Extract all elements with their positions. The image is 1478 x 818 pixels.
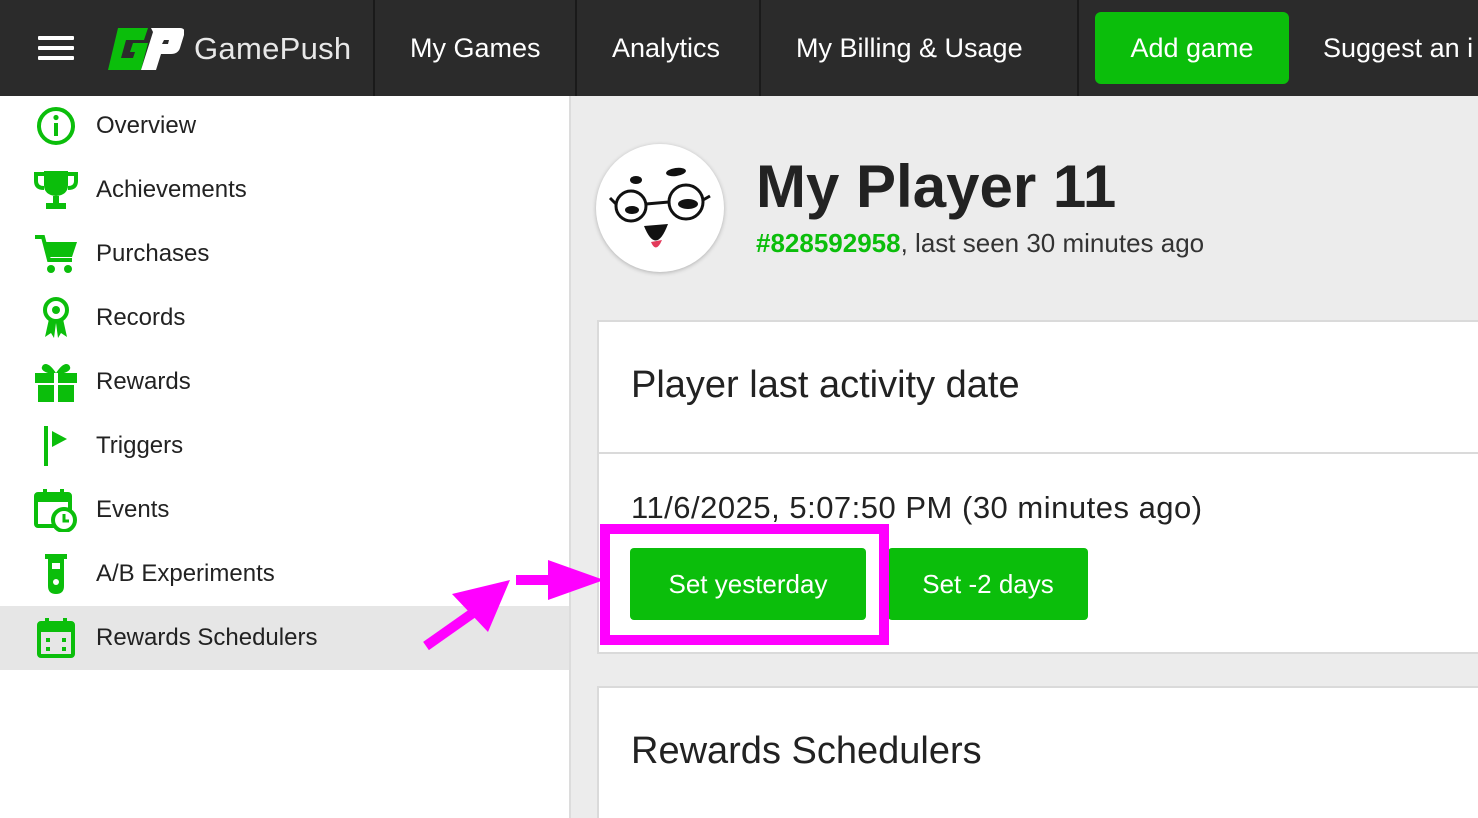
hamburger-menu-icon[interactable] (38, 36, 74, 60)
sidebar-item-label: Records (96, 304, 186, 331)
nav-my-games[interactable]: My Games (410, 0, 541, 96)
sidebar-item-label: Purchases (96, 240, 210, 267)
sidebar-item-achievements[interactable]: Achievements (0, 158, 569, 222)
top-navigation-bar: GamePush My Games Analytics My Billing &… (0, 0, 1478, 96)
sidebar-item-label: Triggers (96, 432, 184, 459)
info-circle-icon (34, 106, 78, 146)
sidebar-item-events[interactable]: Events (0, 478, 569, 542)
player-meta: #828592958, last seen 30 minutes ago (756, 228, 1204, 259)
sidebar-item-label: A/B Experiments (96, 560, 275, 587)
annotation-highlight-box (600, 524, 889, 645)
last-activity-date: 11/6/2025, 5:07:50 PM (30 minutes ago) (631, 490, 1203, 525)
gamepush-logo[interactable]: GamePush (104, 26, 351, 72)
add-game-button[interactable]: Add game (1095, 12, 1289, 84)
brand-name: GamePush (194, 31, 352, 66)
sidebar-item-overview[interactable]: Overview (0, 94, 569, 158)
award-ribbon-icon (34, 297, 78, 338)
sidebar-item-rewards[interactable]: Rewards (0, 350, 569, 414)
nav-divider (575, 0, 577, 96)
nav-suggest-idea[interactable]: Suggest an i (1323, 0, 1473, 96)
nav-divider (759, 0, 761, 96)
flag-icon (34, 426, 78, 466)
trophy-icon (34, 170, 78, 210)
sidebar-item-label: Rewards (96, 368, 191, 395)
calendar-icon (34, 618, 78, 658)
nav-billing-usage[interactable]: My Billing & Usage (796, 0, 1023, 96)
rewards-schedulers-card: Rewards Schedulers (597, 686, 1478, 818)
sidebar-item-label: Rewards Schedulers (96, 624, 318, 651)
funny-face-avatar-icon (608, 167, 711, 248)
gp-logo-icon (108, 28, 184, 70)
nav-analytics[interactable]: Analytics (612, 0, 720, 96)
test-tube-icon (34, 554, 78, 594)
set-minus-two-days-button[interactable]: Set -2 days (888, 548, 1088, 620)
sidebar: Overview Achievements Purchases Records … (0, 96, 571, 818)
calendar-clock-icon (34, 489, 78, 532)
sidebar-item-ab-experiments[interactable]: A/B Experiments (0, 542, 569, 606)
cart-icon (34, 234, 78, 274)
card-title: Rewards Schedulers (631, 730, 982, 772)
card-header: Player last activity date (599, 322, 1478, 454)
sidebar-item-rewards-schedulers[interactable]: Rewards Schedulers (0, 606, 569, 670)
sidebar-item-triggers[interactable]: Triggers (0, 414, 569, 478)
player-last-seen: , last seen 30 minutes ago (900, 228, 1205, 258)
nav-divider (1077, 0, 1079, 96)
nav-divider (373, 0, 375, 96)
sidebar-item-records[interactable]: Records (0, 286, 569, 350)
sidebar-item-label: Events (96, 496, 170, 523)
player-avatar (596, 144, 724, 272)
gift-icon (34, 362, 78, 402)
card-title: Player last activity date (631, 364, 1020, 406)
player-name: My Player 11 (756, 153, 1117, 220)
sidebar-item-label: Overview (96, 112, 197, 139)
sidebar-item-purchases[interactable]: Purchases (0, 222, 569, 286)
sidebar-item-label: Achievements (96, 176, 247, 203)
player-id-link[interactable]: #828592958 (756, 228, 901, 258)
